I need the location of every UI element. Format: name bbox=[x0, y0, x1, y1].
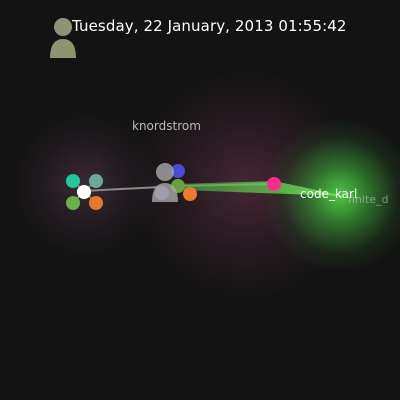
file-cluster-left bbox=[66, 174, 103, 210]
file-node bbox=[77, 185, 91, 199]
file-node bbox=[89, 196, 103, 210]
visualization-canvas: Tuesday, 22 January, 2013 01:55:42 knord… bbox=[0, 0, 400, 400]
file-node bbox=[183, 187, 197, 201]
file-node bbox=[89, 174, 103, 188]
file-node bbox=[66, 196, 80, 210]
file-node bbox=[267, 177, 281, 191]
file-node bbox=[66, 174, 80, 188]
timestamp: Tuesday, 22 January, 2013 01:55:42 bbox=[72, 17, 347, 35]
user-label-code-karl: code_karl bbox=[300, 187, 358, 201]
user-label-knordstrom: knordstrom bbox=[132, 119, 201, 133]
